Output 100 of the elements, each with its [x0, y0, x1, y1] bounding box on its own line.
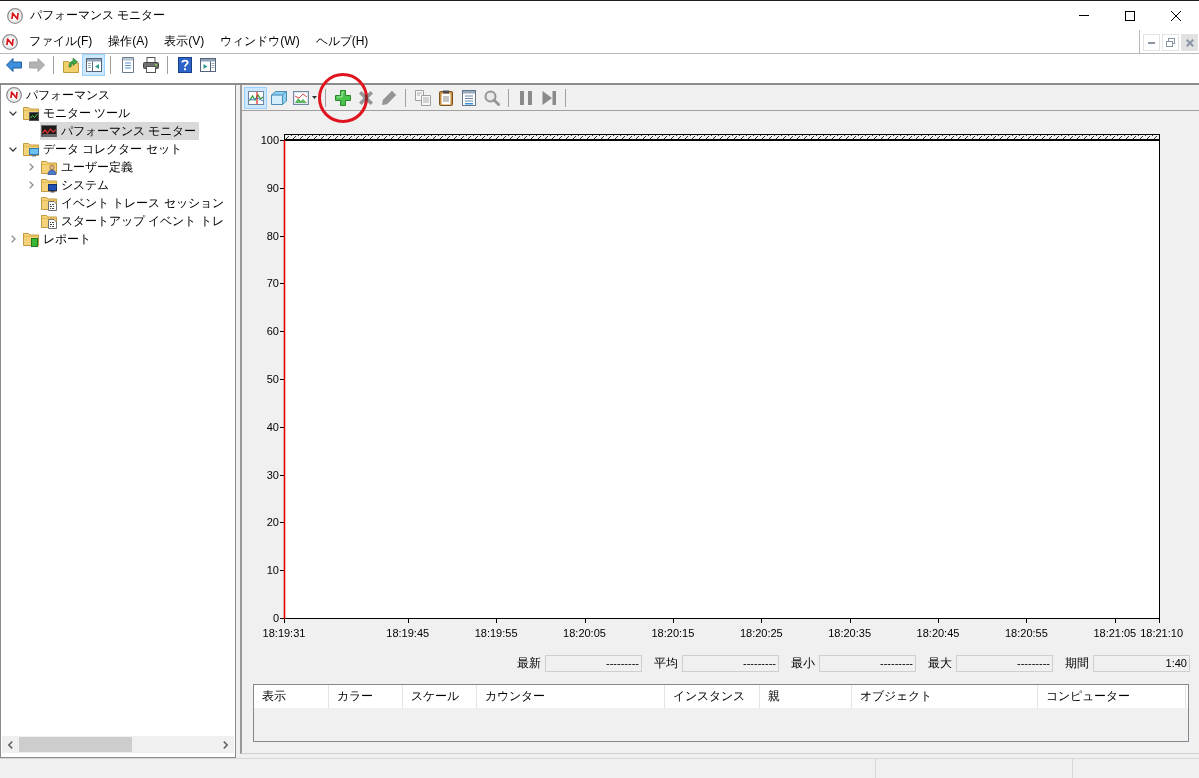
close-icon	[1171, 10, 1181, 21]
folder-arrow-icon	[62, 57, 79, 73]
cross-icon	[357, 89, 374, 106]
chevron-right-icon[interactable]	[28, 163, 34, 171]
y-axis-label: 90	[266, 182, 279, 194]
tree-item[interactable]: レポート	[22, 230, 94, 248]
y-axis-label: 60	[266, 325, 279, 337]
skip-forward-icon	[540, 89, 557, 106]
column-header[interactable]: コンピューター	[1038, 685, 1186, 708]
window-title: パフォーマンス モニター	[30, 7, 166, 24]
cube-icon	[270, 89, 287, 106]
maximize-icon	[1125, 10, 1135, 21]
tree-item[interactable]: パフォーマンス モニター	[40, 122, 200, 140]
column-header[interactable]: オブジェクト	[852, 685, 1038, 708]
menu-item[interactable]: 表示(V)	[156, 31, 213, 52]
value-field: ---------	[682, 654, 779, 672]
pause-icon	[517, 89, 534, 106]
x-axis-label: 18:21:10	[1140, 627, 1184, 639]
stat-label: 最小	[791, 654, 815, 672]
tree-item[interactable]: イベント トレース セッション	[40, 194, 227, 212]
folder-person-icon	[41, 159, 57, 175]
window-pane-icon	[199, 57, 216, 73]
chevron-down-icon[interactable]	[9, 146, 17, 152]
menu-item[interactable]: 操作(A)	[100, 31, 157, 52]
folder-document-icon	[41, 213, 57, 229]
restore-button[interactable]	[1162, 34, 1179, 51]
tree-item[interactable]: モニター ツール	[22, 104, 134, 122]
magnifier-icon	[483, 89, 500, 106]
x-axis-label: 18:20:05	[563, 627, 606, 639]
y-axis-label: 80	[266, 230, 279, 242]
list-window-icon	[460, 89, 477, 106]
y-axis-label: 100	[260, 134, 279, 146]
chevron-right-icon[interactable]	[223, 740, 228, 749]
folder-document-icon	[41, 195, 57, 211]
minimize-icon	[1148, 41, 1155, 44]
left-arrow-icon	[5, 57, 22, 73]
tree-item[interactable]: ユーザー定義	[40, 158, 136, 176]
x-axis-label: 18:19:31	[262, 627, 306, 639]
y-axis-label: 50	[266, 373, 279, 385]
value-field: ---------	[956, 654, 1053, 672]
column-header[interactable]: スケール	[403, 685, 477, 708]
restore-icon	[1166, 38, 1175, 47]
y-axis-label: 30	[266, 469, 279, 481]
folder-chart-icon	[23, 105, 39, 121]
column-header[interactable]: 表示	[254, 685, 329, 708]
column-header[interactable]: カラー	[329, 685, 403, 708]
value-field: ---------	[819, 654, 916, 672]
x-axis-label: 18:20:55	[1005, 627, 1048, 639]
chevron-down-icon[interactable]	[9, 110, 17, 116]
y-axis-label: 20	[266, 516, 279, 528]
y-axis-label: 40	[266, 421, 279, 433]
x-axis-label: 18:19:45	[386, 627, 430, 639]
chevron-right-icon[interactable]	[10, 235, 16, 243]
minimize-button[interactable]	[1143, 34, 1160, 51]
chevron-left-icon[interactable]	[8, 740, 13, 749]
stat-label: 最大	[928, 654, 952, 672]
x-axis-label: 18:19:55	[474, 627, 518, 639]
tree-item[interactable]: スタートアップ イベント トレ	[40, 212, 227, 230]
chart-picture-icon	[293, 89, 309, 106]
document-icon	[119, 57, 136, 73]
minimize-icon	[1079, 15, 1089, 16]
plus-icon	[334, 89, 351, 106]
caret-icon	[312, 96, 317, 99]
line-chart-icon	[247, 89, 264, 106]
x-axis-label: 18:21:05	[1093, 627, 1137, 639]
chevron-right-icon[interactable]	[28, 181, 34, 189]
folder-report-icon	[23, 231, 39, 247]
value-field: ---------	[545, 654, 642, 672]
menu-item[interactable]: ウィンドウ(W)	[212, 31, 308, 52]
value-field: 1:40	[1093, 654, 1190, 672]
window-pane-icon	[85, 57, 102, 73]
clipboard-icon	[437, 89, 454, 106]
gauge-icon[interactable]	[2, 33, 18, 50]
menu-item[interactable]: ファイル(F)	[21, 31, 101, 52]
help-icon	[176, 57, 193, 73]
folder-screen-icon	[23, 141, 39, 157]
close-button[interactable]	[1181, 34, 1198, 51]
gauge-icon	[7, 7, 23, 24]
stat-label: 期間	[1065, 654, 1089, 672]
menu-item[interactable]: ヘルプ(H)	[307, 31, 377, 52]
toolbar-button[interactable]	[82, 54, 105, 76]
tree-item[interactable]: パフォーマンス	[5, 86, 113, 104]
tree-item[interactable]: データ コレクター セット	[22, 140, 185, 158]
scrollbar-thumb[interactable]	[19, 737, 132, 752]
y-axis-label: 70	[266, 277, 279, 289]
y-axis-label: 10	[266, 564, 279, 576]
printer-icon	[142, 57, 159, 73]
chart-screen-icon	[41, 123, 57, 139]
column-header[interactable]: カウンター	[477, 685, 665, 708]
column-header[interactable]: 親	[760, 685, 852, 708]
x-axis-label: 18:20:45	[916, 627, 960, 639]
y-axis-label: 0	[272, 612, 279, 624]
column-header[interactable]: インスタンス	[665, 685, 760, 708]
x-axis-label: 18:20:15	[651, 627, 695, 639]
stat-label: 平均	[654, 654, 678, 672]
tree-item[interactable]: システム	[40, 176, 112, 194]
two-pages-icon	[414, 89, 431, 106]
folder-screen-icon	[41, 177, 57, 193]
close-icon	[1185, 38, 1194, 47]
pencil-icon	[380, 89, 397, 106]
